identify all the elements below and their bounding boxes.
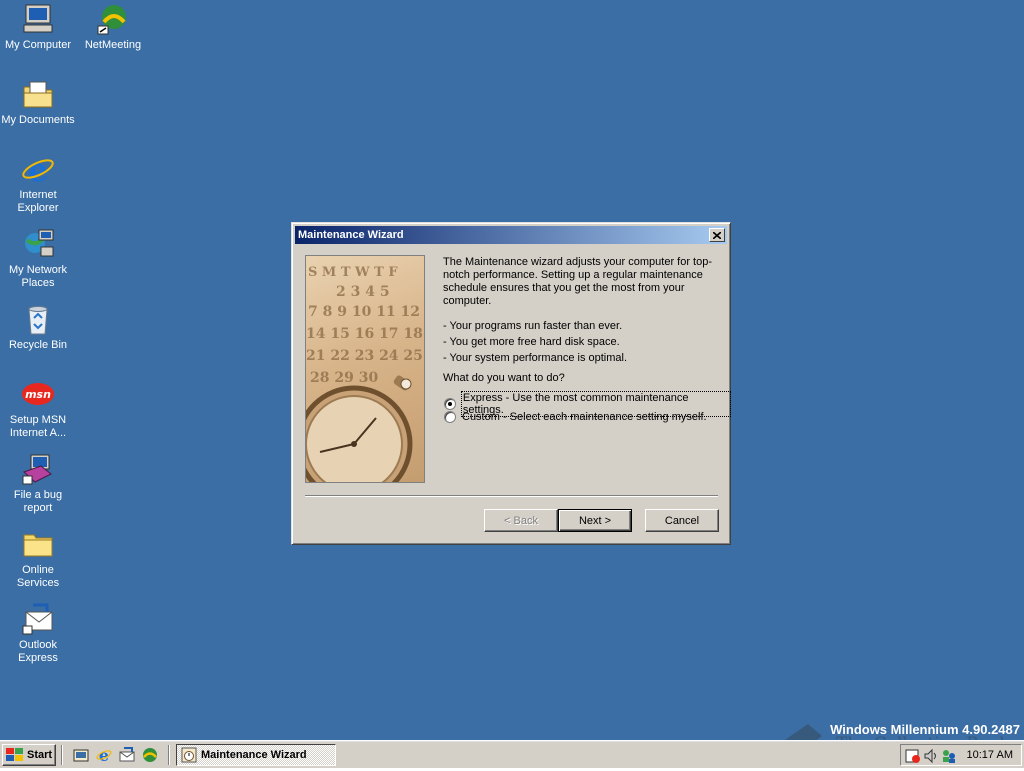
desktop-icon-label: Setup MSN Internet A...	[9, 414, 67, 439]
wizard-intro-text: The Maintenance wizard adjusts your comp…	[443, 256, 713, 307]
folder-icon	[21, 527, 55, 561]
desktop-icon-my-computer[interactable]: My Computer	[0, 2, 76, 52]
internet-explorer-icon: e	[96, 746, 112, 765]
benefit-item: - You get more free hard disk space.	[443, 336, 620, 348]
show-desktop-icon	[73, 749, 89, 762]
express-radio[interactable]	[444, 398, 456, 410]
desktop-icon-internet-explorer[interactable]: e Internet Explorer	[0, 151, 76, 215]
svg-text:e: e	[99, 747, 109, 763]
button-separator	[305, 495, 718, 497]
internet-explorer-icon: e	[21, 151, 55, 189]
question-label: What do you want to do?	[443, 372, 565, 384]
next-button[interactable]: Next >	[558, 509, 632, 532]
benefits-list: - Your programs run faster than ever. - …	[443, 318, 719, 366]
close-icon	[713, 231, 721, 239]
outlook-express-icon	[119, 747, 135, 762]
quicklaunch-outlook-express[interactable]	[119, 747, 135, 763]
close-button[interactable]	[709, 228, 725, 242]
desktop-icon-my-documents[interactable]: My Documents	[0, 77, 76, 127]
calendar-stopwatch-image: S M T W T F 2 3 4 5 7 8 9 10 11 12 14 15…	[305, 255, 425, 483]
netmeeting-icon	[96, 2, 130, 36]
desktop-icon-label: Recycle Bin	[8, 339, 68, 351]
desktop-icon-label: File a bug report	[13, 489, 63, 514]
maintenance-wizard-window[interactable]: Maintenance Wizard S M T W T F 2 3 4 5 7…	[291, 222, 732, 545]
taskbar-button-maintenance-wizard[interactable]: Maintenance Wizard	[176, 744, 336, 766]
desktop-icon-label: Internet Explorer	[17, 189, 59, 214]
start-label: Start	[27, 749, 53, 761]
custom-option[interactable]: Custom - Select each maintenance setting…	[444, 411, 707, 423]
quicklaunch-internet-explorer[interactable]: e	[96, 746, 112, 765]
desktop-icon-label: Outlook Express	[18, 639, 58, 664]
desktop-icon-network-places[interactable]: My Network Places	[0, 227, 76, 290]
maintenance-wizard-icon	[181, 747, 197, 763]
desktop-icon-recycle-bin[interactable]: Recycle Bin	[0, 302, 76, 352]
my-computer-icon	[21, 2, 55, 36]
desktop-icon-netmeeting[interactable]: NetMeeting	[75, 2, 151, 52]
custom-radio[interactable]	[444, 411, 456, 423]
recycle-bin-icon	[21, 302, 55, 336]
network-users-icon[interactable]	[941, 748, 957, 764]
cancel-button[interactable]: Cancel	[645, 509, 719, 532]
desktop-icon-label: My Documents	[1, 114, 75, 126]
back-button[interactable]: < Back	[484, 509, 558, 532]
window-titlebar[interactable]: Maintenance Wizard	[295, 226, 727, 244]
calendar-row: S M T W T F	[308, 265, 398, 280]
desktop: My Computer NetMeeting My Documents e In…	[0, 0, 1024, 740]
outlook-express-icon	[21, 602, 55, 636]
desktop-icon-label: My Computer	[4, 39, 72, 51]
svg-text:e: e	[28, 152, 48, 186]
msn-icon: msn	[21, 377, 55, 411]
desktop-icon-bug-report[interactable]: File a bug report	[0, 452, 76, 515]
desktop-icon-setup-msn[interactable]: msn Setup MSN Internet A...	[0, 377, 76, 440]
taskbar-separator	[61, 745, 63, 765]
desktop-icon-online-services[interactable]: Online Services	[0, 527, 76, 590]
desktop-icon-outlook-express[interactable]: Outlook Express	[0, 602, 76, 665]
network-places-icon	[21, 227, 55, 261]
custom-option-label: Custom - Select each maintenance setting…	[462, 411, 707, 423]
window-title: Maintenance Wizard	[298, 229, 404, 241]
volume-icon[interactable]	[923, 748, 939, 764]
clock[interactable]: 10:17 AM	[967, 749, 1013, 761]
bug-report-icon	[21, 452, 55, 486]
quicklaunch-show-desktop[interactable]	[73, 747, 89, 763]
taskbar-separator	[168, 745, 170, 765]
desktop-icon-label: My Network Places	[8, 264, 68, 289]
calendar-row: 14 15 16 17 18 19	[306, 326, 425, 342]
calendar-row: 28 29 30	[310, 370, 378, 386]
system-tray: 10:17 AM	[900, 744, 1022, 766]
windows-logo-icon	[6, 748, 23, 761]
taskbar-button-label: Maintenance Wizard	[201, 749, 307, 761]
benefit-item: - Your programs run faster than ever.	[443, 320, 623, 332]
taskbar: Start e Maintenance Wizard 10:17 AM	[0, 740, 1024, 768]
desktop-icon-label: Online Services	[16, 564, 60, 589]
version-label: Windows Millennium 4.90.2487	[830, 722, 1020, 737]
scheduled-tasks-icon[interactable]	[905, 748, 921, 764]
benefit-item: - Your system performance is optimal.	[443, 352, 628, 364]
calendar-row: 7 8 9 10 11 12	[308, 304, 420, 320]
quicklaunch-netmeeting[interactable]	[142, 747, 158, 763]
calendar-row: 2 3 4 5	[336, 284, 390, 300]
svg-text:msn: msn	[25, 388, 51, 401]
start-button[interactable]: Start	[2, 744, 56, 766]
desktop-icon-label: NetMeeting	[84, 39, 142, 51]
calendar-row: 21 22 23 24 25 26	[306, 348, 425, 364]
my-documents-icon	[21, 77, 55, 111]
netmeeting-icon	[143, 748, 157, 762]
stopwatch-icon	[306, 375, 413, 482]
